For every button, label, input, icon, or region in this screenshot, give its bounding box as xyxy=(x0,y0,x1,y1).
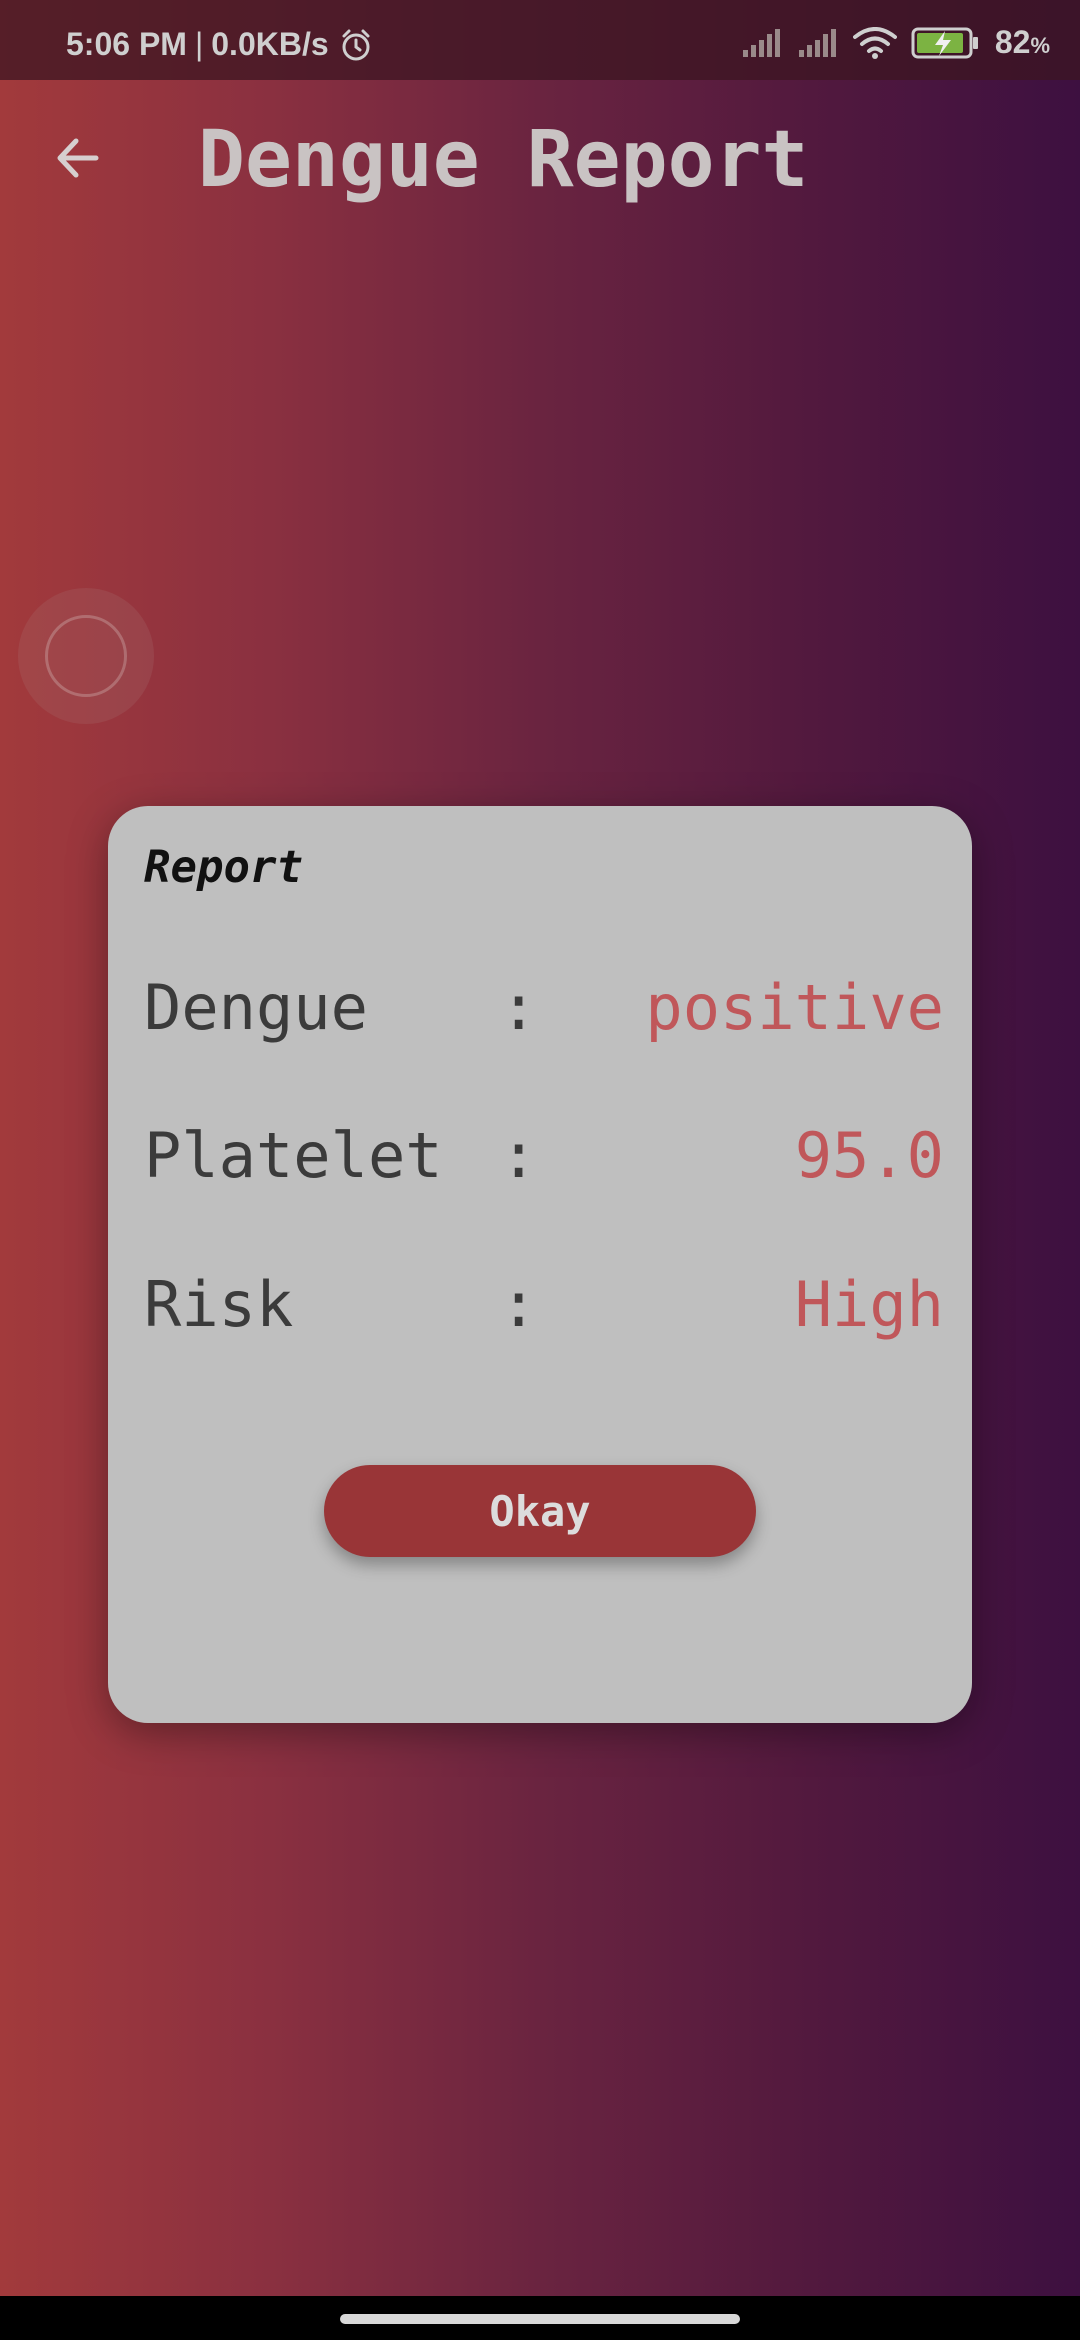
row-value: positive xyxy=(645,971,944,1044)
row-colon: : xyxy=(500,1268,538,1341)
dialog-title: Report xyxy=(144,842,303,893)
arrow-back-icon[interactable] xyxy=(48,128,108,188)
app-screen: 5:06 PM | 0.0KB/s 82% Dengue Report Repo… xyxy=(0,0,1080,2340)
row-colon: : xyxy=(500,1119,538,1192)
alarm-icon xyxy=(342,29,370,60)
report-row-dengue: Dengue : positive xyxy=(144,968,944,1048)
status-separator: | xyxy=(194,26,204,62)
network-speed: 0.0KB/s xyxy=(211,26,329,62)
status-left: 5:06 PM | 0.0KB/s xyxy=(66,26,373,63)
report-row-platelet: Platelet : 95.0 xyxy=(144,1116,944,1196)
signal-icon xyxy=(798,28,836,57)
navigation-bar xyxy=(0,2296,1080,2340)
row-value: High xyxy=(794,1268,944,1341)
row-label: Platelet xyxy=(144,1119,443,1192)
status-right: 82% xyxy=(741,24,1050,61)
home-indicator[interactable] xyxy=(340,2314,740,2324)
battery-percent-unit: % xyxy=(1030,33,1050,58)
circle-icon xyxy=(45,615,127,697)
row-value: 95.0 xyxy=(794,1119,944,1192)
page-title: Dengue Report xyxy=(198,115,809,205)
row-colon: : xyxy=(500,971,538,1044)
signal-icon xyxy=(742,28,780,57)
status-time: 5:06 PM xyxy=(66,26,187,62)
row-label: Risk xyxy=(144,1268,294,1341)
wifi-icon xyxy=(852,26,897,59)
status-bar: 5:06 PM | 0.0KB/s 82% xyxy=(0,0,1080,80)
battery-charging-icon xyxy=(911,27,978,58)
battery-percent: 82% xyxy=(995,24,1050,61)
report-dialog: Report Dengue : positive Platelet : 95.0… xyxy=(108,806,972,1723)
okay-button[interactable]: Okay xyxy=(324,1465,756,1557)
floating-assistive-button[interactable] xyxy=(18,588,154,724)
row-label: Dengue xyxy=(144,971,368,1044)
battery-percent-value: 82 xyxy=(994,24,1031,60)
report-row-risk: Risk : High xyxy=(144,1265,944,1345)
